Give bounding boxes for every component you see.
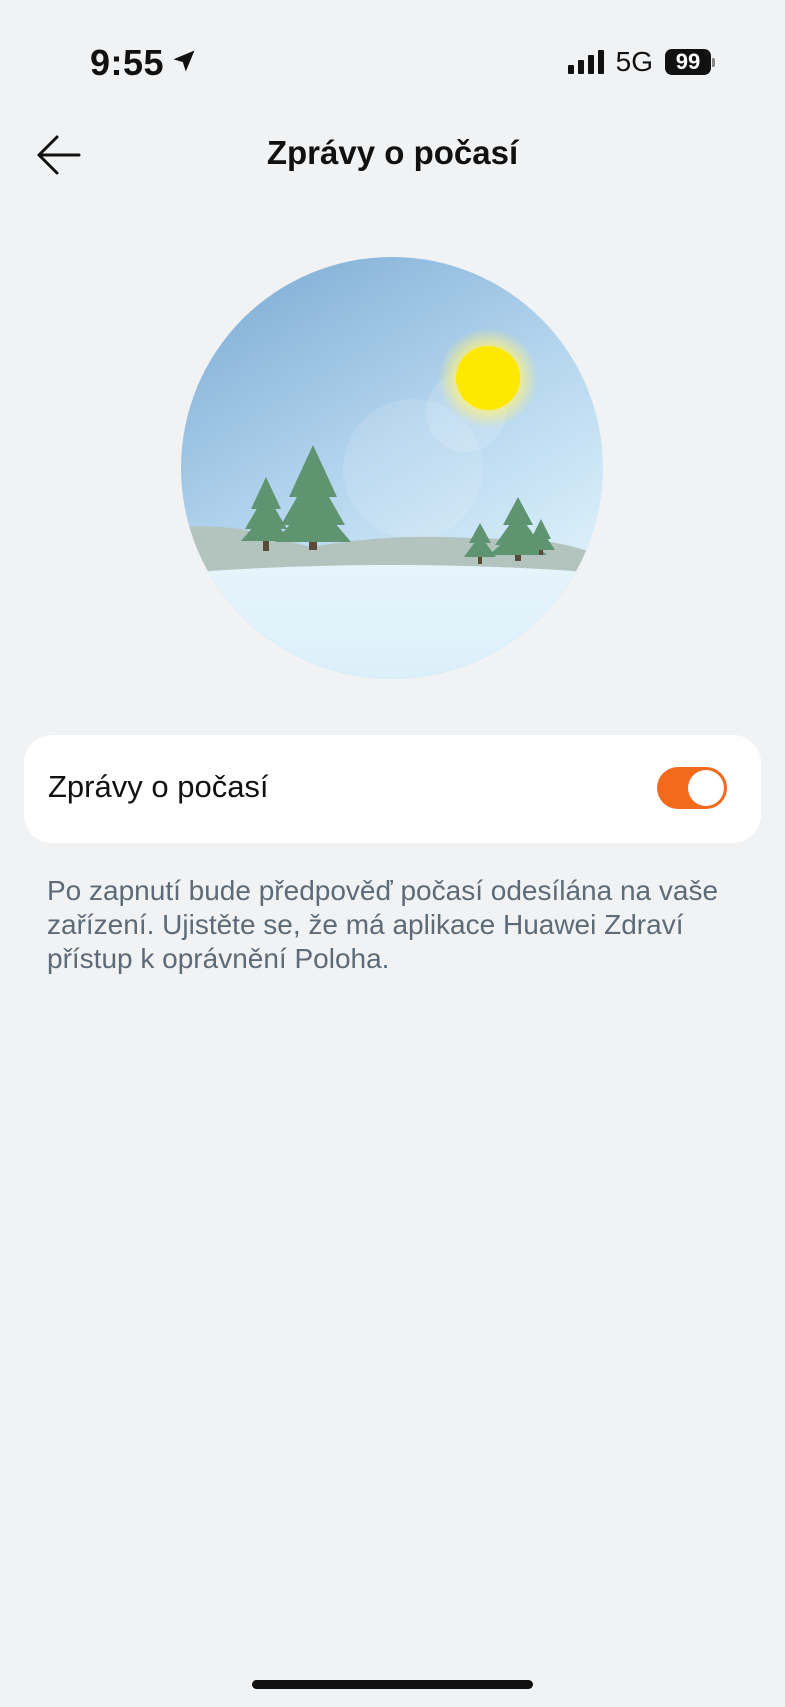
cellular-signal-icon	[567, 50, 604, 74]
home-indicator[interactable]	[252, 1680, 533, 1689]
winter-landscape-illustration	[181, 257, 603, 679]
status-time: 9:55	[90, 42, 198, 84]
battery-icon: 99	[665, 49, 715, 75]
toggle-knob	[688, 770, 724, 806]
setting-label: Zprávy o počasí	[48, 769, 269, 804]
network-type: 5G	[615, 46, 653, 77]
status-time-text: 9:55	[90, 42, 165, 83]
sun-icon	[438, 328, 538, 428]
page-title: Zprávy o počasí	[266, 134, 519, 171]
battery-level: 99	[665, 49, 711, 75]
header: Zprávy o počasí	[0, 115, 785, 195]
weather-reports-toggle[interactable]	[657, 767, 727, 809]
status-bar: 9:55 5G 99	[0, 0, 785, 130]
setting-description: Po zapnutí bude předpověď počasí odesílá…	[47, 875, 719, 974]
location-arrow-icon	[170, 42, 198, 84]
weather-reports-setting: Zprávy o počasí	[24, 735, 761, 843]
status-indicators: 5G 99	[567, 46, 715, 78]
